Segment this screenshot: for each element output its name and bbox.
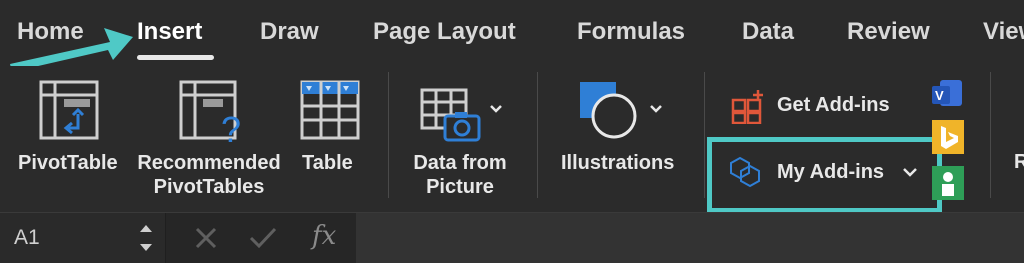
tab-formulas[interactable]: Formulas — [577, 18, 685, 46]
formula-controls: fx — [166, 213, 356, 263]
tab-insert[interactable]: Insert — [137, 18, 202, 46]
ribbon-separator — [537, 72, 538, 198]
pivottable-icon — [39, 80, 99, 140]
tab-view[interactable]: View — [983, 18, 1024, 46]
tab-review[interactable]: Review — [847, 18, 930, 46]
pivottable-label: PivotTable — [18, 152, 118, 174]
ribbon-separator — [990, 72, 991, 198]
data-from-picture-label-line1: Data from — [413, 152, 507, 174]
tab-draw[interactable]: Draw — [260, 18, 319, 46]
visio-icon: V — [932, 80, 962, 106]
formula-input[interactable] — [356, 213, 1024, 263]
tab-home[interactable]: Home — [17, 18, 84, 46]
name-box[interactable]: A1 — [0, 213, 165, 263]
ribbon-tab-bar: Home Insert Draw Page Layout Formulas Da… — [0, 0, 1024, 66]
illustrations-icon — [580, 82, 662, 139]
data-from-picture-icon — [420, 88, 502, 142]
bing-icon — [932, 120, 964, 154]
cancel-icon[interactable] — [193, 225, 219, 251]
pivottable-button[interactable]: PivotTable — [10, 78, 125, 198]
recommended-pivottables-button[interactable]: ? Recommended PivotTables — [133, 78, 285, 202]
recommended-label-line2: PivotTables — [153, 176, 265, 198]
table-button[interactable]: Table — [292, 78, 367, 198]
active-tab-underline — [137, 55, 214, 60]
tab-data[interactable]: Data — [742, 18, 794, 46]
bing-addin-button[interactable] — [932, 120, 964, 154]
svg-text:V: V — [935, 88, 944, 103]
formula-bar: A1 fx — [0, 212, 1024, 263]
ribbon-separator — [388, 72, 389, 198]
data-from-picture-label-line2: Picture — [426, 176, 494, 198]
recommended-pivottables-icon: ? — [179, 80, 241, 148]
illustrations-button[interactable]: Illustrations — [556, 78, 681, 198]
get-addins-button[interactable]: Get Add-ins — [730, 88, 905, 124]
tab-page-layout[interactable]: Page Layout — [373, 18, 516, 46]
name-box-stepper-icon[interactable] — [136, 218, 156, 258]
table-icon — [300, 80, 360, 140]
svg-text:?: ? — [221, 109, 241, 148]
data-from-picture-button[interactable]: Data from Picture — [405, 78, 515, 202]
get-addins-label: Get Add-ins — [777, 94, 890, 116]
recommended-label-line1: Recommended — [137, 152, 281, 174]
people-graph-icon — [932, 166, 964, 200]
get-addins-icon — [731, 90, 763, 124]
people-graph-addin-button[interactable] — [932, 166, 964, 200]
visio-addin-button[interactable]: V — [932, 78, 964, 110]
illustrations-label: Illustrations — [561, 152, 675, 174]
my-addins-highlight-box — [707, 137, 942, 213]
ribbon-separator — [704, 72, 705, 198]
table-label: Table — [302, 152, 353, 174]
name-box-value: A1 — [14, 226, 40, 249]
confirm-check-icon[interactable] — [248, 225, 278, 251]
insert-function-fx-icon[interactable]: fx — [312, 221, 336, 251]
partial-ribbon-label: R — [1014, 151, 1024, 173]
